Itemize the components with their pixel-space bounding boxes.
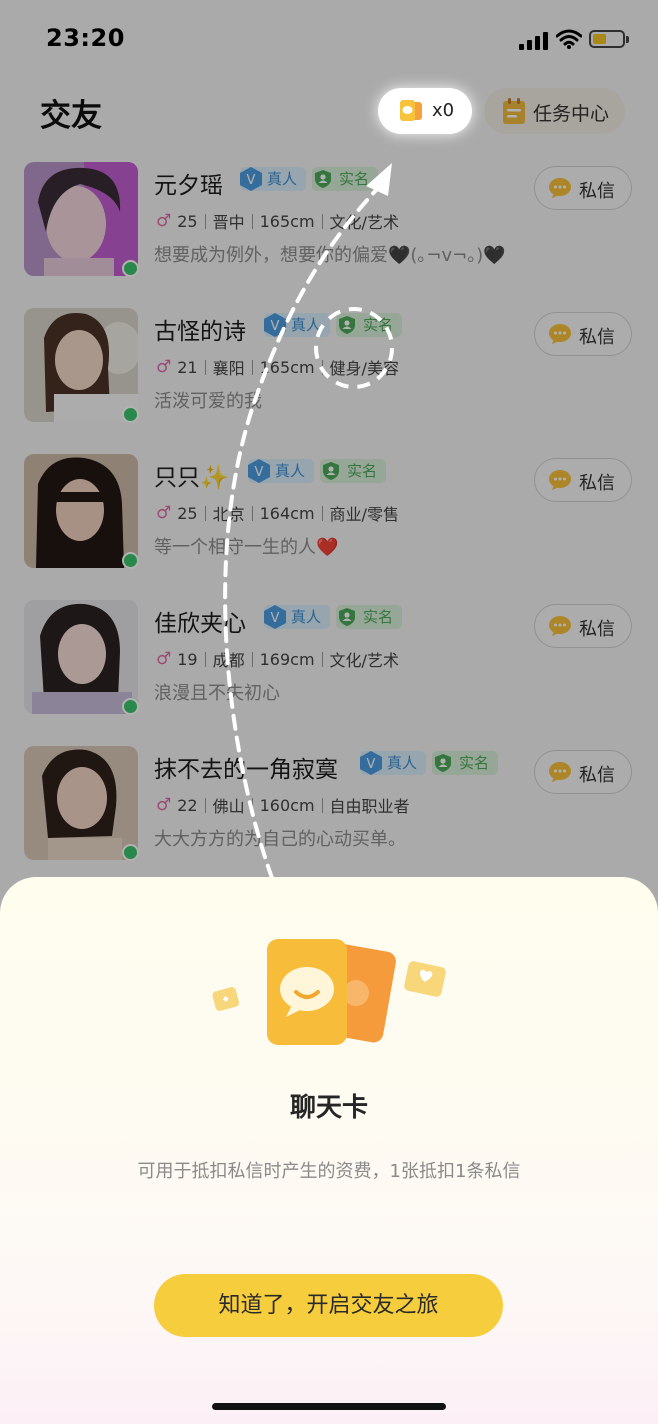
app-screen: 23:20 交友 任务中心 元夕瑶 V 真人 实名 ♂ 25 晋中 165cm … <box>0 0 658 1424</box>
sheet-description: 可用于抵扣私信时产生的资费，1张抵扣1条私信 <box>137 1161 521 1182</box>
guide-arrow-icon <box>223 163 394 880</box>
chat-card-illustration-icon <box>212 939 446 1045</box>
start-making-friends-button[interactable]: 知道了，开启交友之旅 <box>154 1274 503 1337</box>
home-indicator[interactable] <box>212 1403 446 1410</box>
sheet-title: 聊天卡 <box>289 1093 368 1123</box>
chat-card-sheet: 聊天卡 可用于抵扣私信时产生的资费，1张抵扣1条私信 知道了，开启交友之旅 <box>0 877 658 1424</box>
